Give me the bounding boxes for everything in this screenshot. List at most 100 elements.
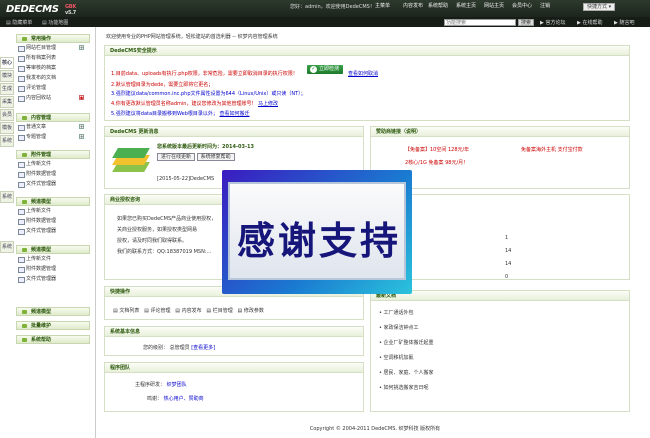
team-thanks-link[interactable]: 热心用户、赞助商	[164, 396, 204, 402]
nav-site-home[interactable]: 网站主页	[484, 2, 504, 11]
function-search-input[interactable]	[444, 19, 516, 26]
search-button[interactable]: 搜索	[518, 19, 535, 26]
side-tab-collect[interactable]: 采集	[0, 96, 14, 108]
breadcrumb: 欢迎使用专业的PHP网站管理系统，轻松建站的首选利器 -- 织梦内容管理系统	[106, 34, 278, 40]
side-section-header[interactable]: 系统帮助	[16, 335, 90, 344]
sidebar-item-label: 普通文章	[26, 124, 47, 130]
footer: Copyright © 2004-2011 DedeCMS. 织梦科技 版权所有	[309, 426, 441, 432]
side-section-header[interactable]: 附件管理	[16, 150, 90, 159]
latest-doc-item[interactable]: • 空调移机加氟	[379, 354, 414, 361]
sidebar-item-file-manager[interactable]: 文件式管理器	[16, 274, 90, 284]
sidebar-item-label: 网站栏目管理	[26, 45, 57, 51]
online-update-button[interactable]: 进行在线更新	[157, 153, 196, 161]
doc-list-link[interactable]: ▤ 文档列表	[113, 308, 139, 314]
sidebar-item-upload[interactable]: 上传新文件	[16, 206, 90, 216]
side-tab-system-3[interactable]: 系统	[0, 241, 14, 253]
latest-doc-item[interactable]: • 居民、家庭、个人搬家	[379, 369, 434, 376]
content-publish-link[interactable]: ▤ 内容发布	[175, 308, 201, 314]
plus-icon[interactable]: +	[79, 45, 84, 50]
side-section-channel-3: 频道模型	[16, 307, 90, 316]
side-section-channel-2: 频道模型 上传新文件 附件数据管理 文件式管理器	[16, 245, 90, 284]
side-tab-template[interactable]: 模板	[0, 122, 14, 134]
sidebar-item-all-docs[interactable]: 所有档案列表	[16, 53, 90, 63]
sidebar-item-recycle[interactable]: 内容回收站 ◆	[16, 93, 90, 103]
plus-icon[interactable]: +	[79, 124, 84, 129]
sidebar-item-topic[interactable]: 专题管理 +	[16, 132, 90, 142]
sidebar-item-label: 所有档案列表	[26, 55, 57, 61]
sidebar-item-label: 附件数据管理	[26, 218, 57, 224]
detect-now-button[interactable]: ✓ 立即检测	[307, 65, 343, 74]
side-tab-generate[interactable]: 生成	[0, 83, 14, 95]
latest-docs-panel: 最新文档 • 工厂通话外包 • 家政保洁钟点工 • 企业厂矿整体搬迁起重 • 空…	[370, 290, 630, 412]
official-forum-link[interactable]: ▶ 官方论坛	[540, 19, 565, 26]
sponsor-link-3[interactable]: 2核心/1G 免备案 98元/月！	[405, 159, 468, 166]
sidebar-item-label: 上传新文件	[26, 208, 52, 214]
nav-system-home[interactable]: 系统主页	[456, 2, 476, 11]
plus-icon[interactable]: +	[79, 134, 84, 139]
sponsor-panel-title: 赞助商链接（说明）	[371, 127, 629, 137]
sidebar-item-upload[interactable]: 上传新文件	[16, 159, 90, 169]
latest-doc-item[interactable]: • 如何挑选搬家吉日呢	[379, 384, 429, 391]
side-section-header[interactable]: 频道模型	[16, 245, 90, 254]
stat-value-2: 14	[505, 248, 512, 254]
update-panel-title: DedeCMS 更新消息	[105, 127, 363, 137]
sidebar-item-comments[interactable]: 评论管理	[16, 83, 90, 93]
sidebar-item-my-docs[interactable]: 我发布的文档	[16, 73, 90, 83]
nav-main-menu[interactable]: 主菜单	[375, 2, 390, 11]
side-section-header[interactable]: 批量维护	[16, 321, 90, 330]
license-line-2: 关商业授权服务，如果授权类型网易	[117, 227, 198, 233]
thanks-overlay: 感谢支持	[222, 170, 412, 294]
sidebar-item-attach-data[interactable]: 附件数据管理	[16, 169, 90, 179]
shortcut-select[interactable]: 快捷方式 ▾	[583, 3, 616, 11]
shield-icon: ◆	[79, 95, 84, 100]
side-section-header[interactable]: 频道模型	[16, 197, 90, 206]
online-help-link[interactable]: ▶ 在线帮助	[577, 19, 602, 26]
side-section-header[interactable]: 内容管理	[16, 113, 90, 122]
comment-manage-link[interactable]: ▤ 评论管理	[144, 308, 170, 314]
latest-doc-item[interactable]: • 家政保洁钟点工	[379, 324, 419, 331]
team-title: 程序团队	[105, 363, 363, 373]
sidebar-item-article[interactable]: 普通文章 +	[16, 122, 90, 132]
security-panel: DedeCMS安全提示 1.目前data、uploads有执行.php权限，非常…	[104, 45, 630, 121]
latest-doc-item[interactable]: • 企业厂矿整体搬迁起重	[379, 339, 434, 346]
side-tab-system[interactable]: 系统	[0, 135, 14, 147]
sidebar-item-attach-data[interactable]: 附件数据管理	[16, 216, 90, 226]
nav-logout[interactable]: 注销	[540, 2, 550, 11]
team-dev-link[interactable]: 织梦团队	[167, 382, 187, 388]
sponsor-link-2[interactable]: 免备案海外主机 支付宝付款	[521, 146, 583, 153]
how-to-cancel-link[interactable]: 查看如何取消	[348, 70, 378, 77]
repair-help-button[interactable]: 系统修复帮助	[196, 153, 235, 161]
sidebar-item-pending[interactable]: 等审核的档案	[16, 63, 90, 73]
sidebar-item-upload[interactable]: 上传新文件	[16, 254, 90, 264]
side-tab-member[interactable]: 会员	[0, 109, 14, 121]
hide-menu-button[interactable]: ▤ 隐藏菜单	[6, 19, 32, 26]
category-manage-link[interactable]: ▤ 栏目管理	[206, 308, 232, 314]
side-tab-core[interactable]: 核心	[0, 57, 14, 69]
nav-system-help[interactable]: 系统帮助	[428, 2, 448, 11]
latest-doc-item[interactable]: • 工厂通话外包	[379, 309, 414, 316]
sitemap-button[interactable]: ▤ 功能地图	[42, 19, 68, 26]
nav-member-center[interactable]: 会员中心	[512, 2, 532, 11]
sidebar-item-file-manager[interactable]: 文件式管理器	[16, 179, 90, 189]
view-more-link[interactable]: [查看更多]	[191, 345, 215, 351]
detect-now-label: 立即检测	[319, 66, 340, 72]
notes-link[interactable]: ▶ 随言吧	[614, 19, 634, 26]
side-section-header[interactable]: 常用操作	[16, 34, 90, 43]
modify-now-link[interactable]: 马上修改	[258, 101, 278, 107]
side-tab-module[interactable]: 模块	[0, 70, 14, 82]
sidebar-item-category[interactable]: 网站栏目管理 +	[16, 43, 90, 53]
sidebar-item-attach-data[interactable]: 附件数据管理	[16, 264, 90, 274]
sidebar-item-file-manager[interactable]: 文件式管理器	[16, 226, 90, 236]
sub-bar: ▤ 隐藏菜单 ▤ 功能地图 搜索 ▶ 官方论坛 ▶ 在线帮助 ▶ 随言吧	[0, 17, 650, 27]
side-tab-system-2[interactable]: 系统	[0, 191, 14, 203]
side-section-content: 内容管理 普通文章 + 专题管理 +	[16, 113, 90, 142]
modify-params-link[interactable]: ▤ 修改参数	[238, 308, 264, 314]
how-to-move-link[interactable]: 查看如何搬迁	[220, 111, 250, 117]
sponsor-link-1[interactable]: 【免备案】10空间 128元/年	[405, 146, 469, 153]
security-panel-title: DedeCMS安全提示	[105, 46, 629, 56]
side-menu: 核心 模块 生成 采集 会员 模板 系统 系统 系统 常用操作 网站栏目管理 + …	[0, 27, 96, 438]
update-news-item[interactable]: [2015-05-22]DedeCMS	[157, 176, 214, 182]
sidebar-item-label: 文件式管理器	[26, 276, 57, 282]
side-section-header[interactable]: 频道模型	[16, 307, 90, 316]
nav-content-publish[interactable]: 内容发布	[403, 2, 423, 11]
